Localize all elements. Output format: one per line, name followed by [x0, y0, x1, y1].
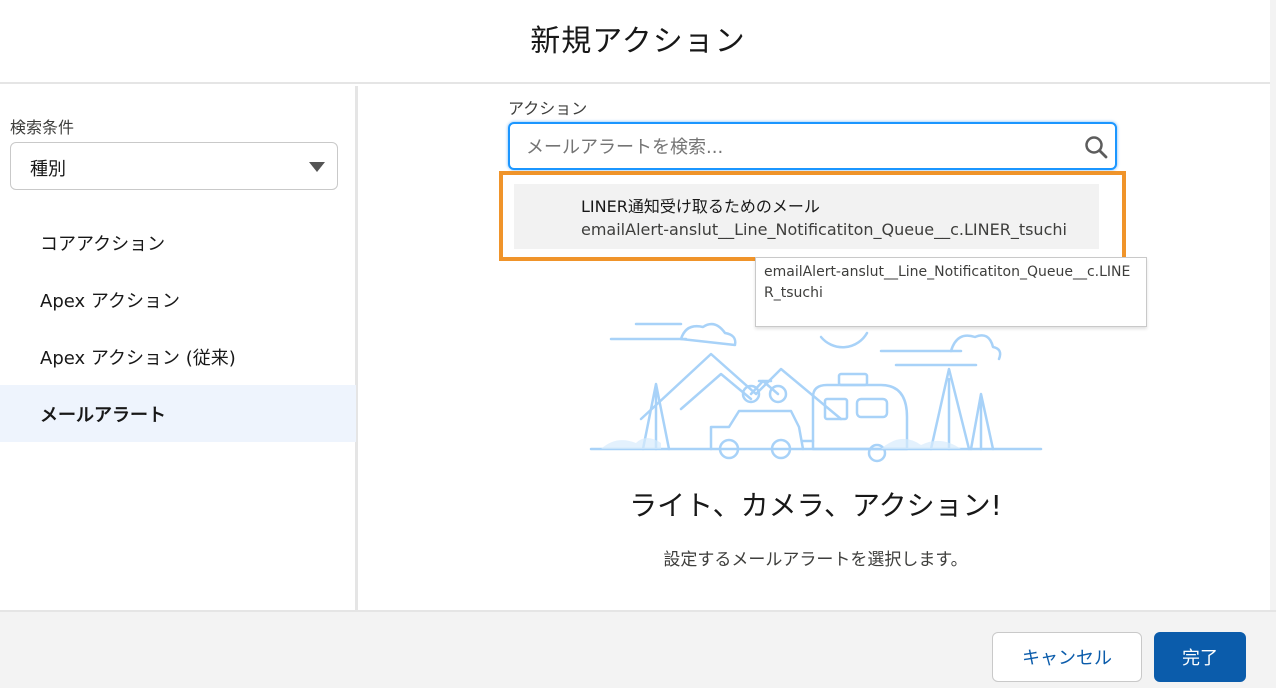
sidebar-item-label: メールアラート	[40, 404, 166, 426]
action-field-label: アクション	[508, 99, 588, 118]
action-search-box[interactable]	[508, 122, 1117, 170]
main-panel: アクション LINER通知受け取るためのメール emailAlert-anslu…	[361, 86, 1270, 610]
modal-header: 新規アクション	[0, 0, 1276, 84]
sidebar-item-label: コアアクション	[40, 233, 166, 255]
action-type-nav: コアアクション Apex アクション Apex アクション (従来) メールアラ…	[0, 214, 356, 442]
new-action-modal: 新規アクション 検索条件 種別 コアアクション Apex アクション Apex …	[0, 0, 1276, 688]
cancel-button[interactable]: キャンセル	[992, 632, 1142, 682]
sidebar-item-core-action[interactable]: コアアクション	[0, 214, 356, 271]
empty-state-title: ライト、カメラ、アクション!	[629, 489, 1002, 522]
modal-title: 新規アクション	[530, 24, 746, 59]
action-search-input[interactable]	[526, 134, 1066, 160]
scrollbar[interactable]	[1270, 0, 1276, 610]
sidebar-item-label: Apex アクション (従来)	[40, 347, 236, 369]
sidebar-item-apex-action-legacy[interactable]: Apex アクション (従来)	[0, 328, 356, 385]
filter-select[interactable]: 種別	[10, 142, 338, 190]
filter-label: 検索条件	[10, 118, 75, 137]
result-highlight-box: LINER通知受け取るためのメール emailAlert-anslut__Lin…	[499, 171, 1126, 261]
modal-footer: キャンセル 完了	[0, 610, 1276, 688]
sidebar-item-apex-action[interactable]: Apex アクション	[0, 271, 356, 328]
search-result-option[interactable]: LINER通知受け取るためのメール emailAlert-anslut__Lin…	[514, 184, 1099, 249]
search-icon[interactable]	[1083, 134, 1109, 160]
chevron-down-icon	[309, 162, 325, 172]
sidebar-item-label: Apex アクション	[40, 290, 180, 312]
result-title: LINER通知受け取るためのメール	[581, 197, 820, 216]
empty-state-subtitle: 設定するメールアラートを選択します。	[663, 550, 968, 570]
api-name-tooltip: emailAlert-anslut__Line_Notificatiton_Qu…	[755, 257, 1147, 327]
sidebar-item-email-alert[interactable]: メールアラート	[0, 385, 356, 442]
done-button[interactable]: 完了	[1154, 632, 1246, 682]
filter-select-value: 種別	[30, 159, 66, 180]
result-api-name: emailAlert-anslut__Line_Notificatiton_Qu…	[581, 220, 1067, 239]
sidebar: 検索条件 種別 コアアクション Apex アクション Apex アクション (従…	[0, 86, 358, 610]
